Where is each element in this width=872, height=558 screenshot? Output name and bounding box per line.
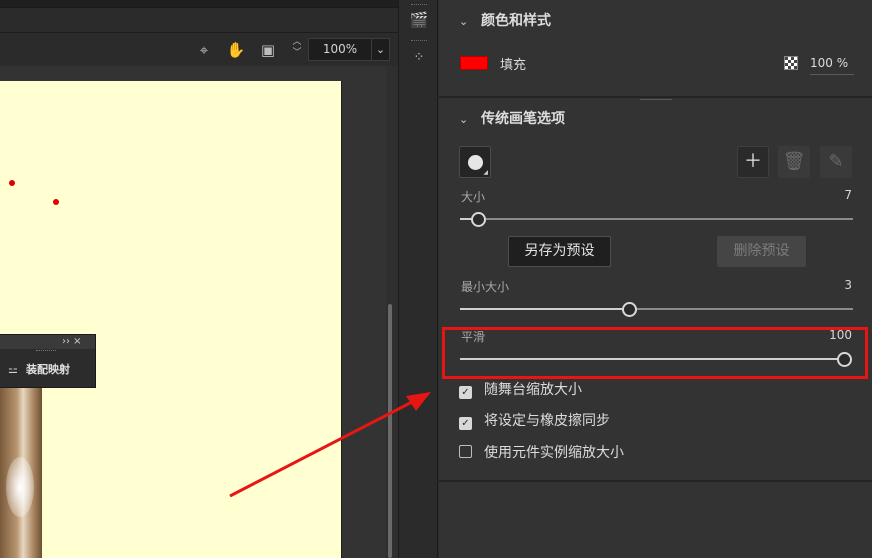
column-grip[interactable] (411, 40, 427, 43)
section-title: 传统画笔选项 (481, 111, 565, 127)
trash-icon[interactable]: 🗑 (778, 146, 810, 178)
pencil-icon[interactable]: ✎ (820, 146, 852, 178)
resize-handle[interactable] (640, 99, 672, 102)
mapping-icon: ⚍ (8, 363, 18, 376)
floating-panel[interactable]: ›› × ⚍ 装配映射 (0, 334, 96, 388)
alpha-input[interactable]: 100 % (810, 56, 854, 75)
size-value[interactable]: 7 (844, 188, 852, 202)
clapperboard-icon[interactable]: 🎬 (409, 10, 429, 30)
dropdown-corner-icon: ◢ (483, 169, 488, 176)
size-slider-knob[interactable] (471, 212, 486, 227)
color-style-section-header[interactable]: ⌄ 颜色和样式 (459, 10, 551, 30)
size-label: 大小 (461, 190, 486, 204)
stage-workspace: ›› × ⚍ 装配映射 (0, 66, 386, 558)
section-divider (439, 480, 872, 482)
min-size-slider-track[interactable] (460, 308, 853, 310)
save-preset-button[interactable]: 另存为预设 (508, 236, 611, 267)
scrollbar-thumb[interactable] (388, 304, 392, 558)
vertical-scrollbar[interactable] (386, 66, 398, 558)
chevron-down-icon[interactable]: ⌄ (459, 113, 481, 126)
min-size-slider-knob[interactable] (622, 302, 637, 317)
hand-icon[interactable]: ✋ (226, 40, 246, 60)
checkbox-checked-icon[interactable]: ✓ (459, 386, 472, 399)
properties-panel: ⌄ 颜色和样式 填充 100 % ⌄ 传统画笔选项 ◢ ＋ 🗑 ✎ 大小 7 另存为… (439, 0, 872, 558)
asset-mapping-item[interactable]: ⚍ 装配映射 (8, 361, 70, 377)
red-dot (53, 199, 59, 205)
floating-panel-header[interactable]: ›› × (0, 335, 95, 349)
annotation-highlight-box (442, 327, 868, 379)
option-label: 将设定与橡皮擦同步 (484, 413, 610, 429)
brush-shape-button[interactable]: ◢ (459, 146, 491, 178)
panel-grip[interactable] (36, 350, 56, 353)
zoom-stepper[interactable]: ︿ ﹀ (290, 37, 304, 62)
delete-preset-button[interactable]: 删除预设 (717, 236, 806, 267)
clip-icon[interactable]: ▣ (258, 40, 278, 60)
fill-label: 填充 (500, 58, 527, 73)
chevron-down-icon[interactable]: ⌄ (372, 38, 390, 61)
option-sync-eraser[interactable]: ✓ 将设定与橡皮擦同步 (459, 410, 610, 430)
red-dot (9, 180, 15, 186)
min-size-label: 最小大小 (461, 280, 510, 294)
chevron-down-icon[interactable]: ⌄ (459, 15, 481, 28)
brush-circle-icon (468, 155, 483, 170)
min-size-slider-fill (460, 308, 622, 310)
checkbox-unchecked-icon[interactable] (459, 445, 472, 458)
motion-dots-icon[interactable]: ⁘ (409, 48, 429, 68)
option-symbol-instance-scale[interactable]: 使用元件实例缩放大小 (459, 442, 624, 462)
top-strip (0, 0, 398, 8)
stage-toolbar: ⌖ ✋ ▣ ︿ ﹀ 100% ⌄ (0, 32, 398, 65)
zoom-input[interactable]: 100% (308, 38, 372, 61)
asset-mapping-label: 装配映射 (26, 363, 70, 376)
section-divider (439, 96, 872, 98)
checkbox-checked-icon[interactable]: ✓ (459, 417, 472, 430)
brush-options-section-header[interactable]: ⌄ 传统画笔选项 (459, 108, 565, 128)
option-label: 随舞台缩放大小 (484, 382, 582, 398)
section-title: 颜色和样式 (481, 13, 551, 29)
min-size-value[interactable]: 3 (844, 278, 852, 292)
add-brush-button[interactable]: ＋ (737, 146, 769, 178)
option-scale-with-stage[interactable]: ✓ 随舞台缩放大小 (459, 379, 582, 399)
option-label: 使用元件实例缩放大小 (484, 445, 624, 461)
alpha-checker-icon (784, 56, 798, 70)
crosshair-icon[interactable]: ⌖ (194, 40, 214, 60)
stage-canvas[interactable] (0, 81, 342, 558)
column-grip[interactable] (411, 4, 427, 7)
panel-controls[interactable]: ›› × (62, 335, 82, 349)
tool-column: 🎬 ⁘ (398, 0, 438, 558)
size-slider-track[interactable] (460, 218, 853, 220)
fill-color-swatch[interactable] (460, 56, 488, 70)
